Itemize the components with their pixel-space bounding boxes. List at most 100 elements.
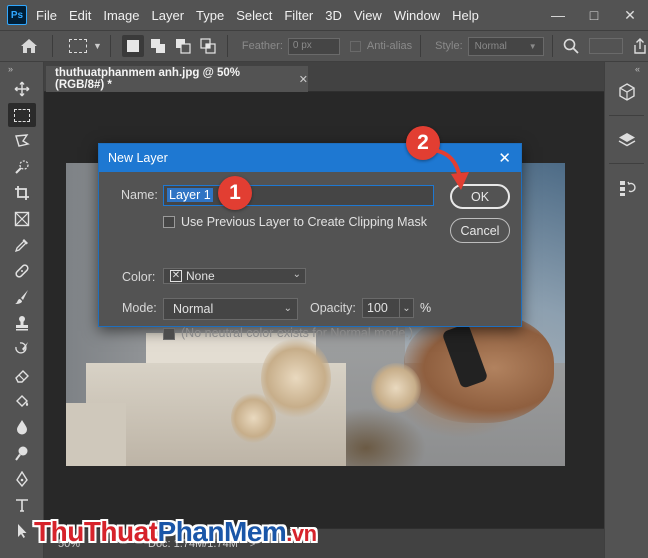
brush-icon bbox=[15, 290, 28, 304]
spot-healing-brush-tool[interactable] bbox=[0, 258, 44, 284]
cancel-button[interactable]: Cancel bbox=[450, 218, 510, 243]
photo-tree bbox=[371, 363, 421, 413]
options-separator bbox=[226, 35, 228, 57]
minimize-button[interactable]: — bbox=[540, 7, 576, 23]
neutral-color-checkbox[interactable] bbox=[163, 328, 175, 340]
quick-selection-tool[interactable] bbox=[0, 154, 44, 180]
paint-bucket-tool[interactable] bbox=[0, 388, 44, 414]
opacity-input[interactable]: 100 bbox=[362, 298, 400, 318]
style-label: Style: bbox=[435, 40, 463, 52]
add-to-selection-button[interactable] bbox=[147, 35, 169, 57]
new-selection-icon bbox=[126, 40, 139, 52]
document-tab-title: thuthuatphanmem anh.jpg @ 50% (RGB/8#) * bbox=[55, 67, 240, 91]
photo-tree bbox=[231, 393, 276, 443]
frame-tool[interactable] bbox=[0, 206, 44, 232]
home-button[interactable] bbox=[14, 34, 44, 58]
menu-help[interactable]: Help bbox=[452, 8, 479, 23]
menu-file[interactable]: File bbox=[36, 8, 57, 23]
history-icon bbox=[620, 181, 636, 196]
panel-separator bbox=[609, 108, 644, 116]
menu-window[interactable]: Window bbox=[394, 8, 440, 23]
chevron-down-icon: ▼ bbox=[528, 41, 537, 51]
move-icon bbox=[14, 81, 30, 97]
clipping-mask-checkbox[interactable] bbox=[163, 216, 175, 228]
blend-mode-value: Normal bbox=[173, 302, 214, 316]
blur-tool[interactable] bbox=[0, 414, 44, 440]
share-icon[interactable] bbox=[632, 38, 648, 54]
quick-selection-icon bbox=[15, 160, 29, 174]
polygonal-lasso-icon bbox=[15, 134, 30, 147]
close-tab-icon[interactable]: ✕ bbox=[299, 73, 308, 86]
step-marker-1: 1 bbox=[218, 176, 252, 210]
pen-tool[interactable] bbox=[0, 466, 44, 492]
menu-layer[interactable]: Layer bbox=[152, 8, 185, 23]
panel-collapse-icon[interactable]: « bbox=[605, 62, 648, 76]
menu-image[interactable]: Image bbox=[103, 8, 139, 23]
history-panel-button[interactable] bbox=[605, 172, 648, 204]
toolbar-collapse-icon[interactable]: » bbox=[0, 62, 43, 76]
home-icon bbox=[21, 39, 37, 53]
subtract-from-selection-button[interactable] bbox=[172, 35, 194, 57]
crop-tool[interactable] bbox=[0, 180, 44, 206]
rectangular-marquee-preset-icon[interactable] bbox=[69, 39, 87, 53]
crop-icon bbox=[15, 186, 29, 200]
anti-alias-checkbox[interactable] bbox=[349, 40, 361, 52]
type-tool[interactable] bbox=[0, 492, 44, 518]
chevron-down-icon: ⌄ bbox=[283, 303, 292, 314]
layers-panel-button[interactable] bbox=[605, 124, 648, 156]
color-select[interactable]: ✕ None ⌄ bbox=[163, 268, 306, 284]
intersect-selection-button[interactable] bbox=[197, 35, 219, 57]
menu-filter[interactable]: Filter bbox=[284, 8, 313, 23]
close-window-button[interactable]: ✕ bbox=[612, 7, 648, 24]
name-label: Name: bbox=[121, 188, 158, 202]
intersect-selection-icon bbox=[200, 38, 216, 54]
close-dialog-icon[interactable]: ✕ bbox=[498, 149, 511, 167]
options-separator bbox=[52, 35, 53, 57]
watermark-part2: Thuat bbox=[83, 516, 158, 547]
pointer-arrow-icon bbox=[432, 148, 469, 190]
chevron-down-icon[interactable]: ▼ bbox=[93, 41, 102, 51]
options-separator bbox=[551, 35, 553, 57]
site-watermark-logo: ThuThuatPhanMem.vn bbox=[34, 518, 317, 546]
pen-icon bbox=[16, 471, 28, 487]
menu-select[interactable]: Select bbox=[236, 8, 272, 23]
paint-bucket-icon bbox=[16, 395, 29, 407]
opacity-dropdown[interactable]: ⌄ bbox=[399, 298, 414, 318]
clipping-mask-label: Use Previous Layer to Create Clipping Ma… bbox=[181, 215, 427, 229]
window-controls: — □ ✕ bbox=[540, 0, 648, 30]
rectangular-marquee-tool[interactable] bbox=[0, 102, 44, 128]
eyedropper-tool[interactable] bbox=[0, 232, 44, 258]
menu-type[interactable]: Type bbox=[196, 8, 224, 23]
maximize-button[interactable]: □ bbox=[576, 7, 612, 23]
new-selection-button[interactable] bbox=[121, 35, 144, 57]
menu-3d[interactable]: 3D bbox=[325, 8, 342, 23]
dodge-tool[interactable] bbox=[0, 440, 44, 466]
cube-icon bbox=[619, 83, 635, 101]
eraser-tool[interactable] bbox=[0, 362, 44, 388]
history-brush-icon bbox=[15, 342, 28, 354]
menu-edit[interactable]: Edit bbox=[69, 8, 91, 23]
move-tool[interactable] bbox=[0, 76, 44, 102]
history-brush-tool[interactable] bbox=[0, 336, 44, 362]
layer-name-input[interactable]: Layer 1 bbox=[163, 185, 434, 206]
search-icon[interactable] bbox=[563, 38, 579, 54]
document-tab[interactable]: thuthuatphanmem anh.jpg @ 50% (RGB/8#) *… bbox=[46, 66, 308, 92]
workspace-field[interactable] bbox=[588, 38, 623, 54]
3d-panel-button[interactable] bbox=[605, 76, 648, 108]
lasso-tool[interactable] bbox=[0, 128, 44, 154]
bandage-icon bbox=[15, 264, 29, 278]
watermark-part1: Thu bbox=[34, 516, 84, 547]
style-select[interactable]: Normal ▼ bbox=[467, 36, 544, 56]
brush-tool[interactable] bbox=[0, 284, 44, 310]
blend-mode-select[interactable]: Normal ⌄ bbox=[163, 298, 298, 320]
right-panel-dock: « bbox=[604, 62, 648, 558]
opacity-label: Opacity: bbox=[310, 301, 356, 315]
subtract-selection-icon bbox=[175, 39, 191, 54]
clone-stamp-tool[interactable] bbox=[0, 310, 44, 336]
options-separator bbox=[109, 35, 111, 57]
feather-input[interactable]: 0 px bbox=[287, 37, 340, 55]
layer-name-value: Layer 1 bbox=[167, 188, 213, 202]
dodge-icon bbox=[15, 446, 28, 461]
neutral-color-label: (No neutral color exists for Normal mode… bbox=[181, 326, 414, 340]
menu-view[interactable]: View bbox=[354, 8, 382, 23]
